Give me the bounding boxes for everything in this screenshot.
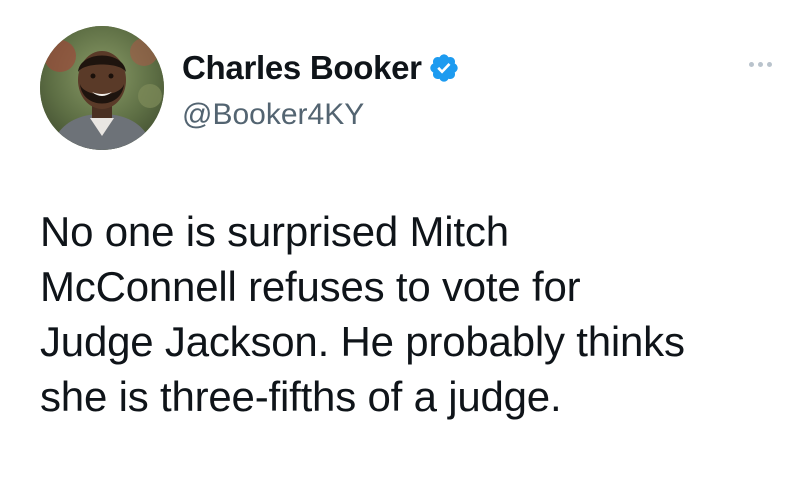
more-dot xyxy=(766,61,772,67)
tweet-text-line: McConnell refuses to vote for xyxy=(40,263,581,310)
name-row: Charles Booker xyxy=(182,46,460,90)
more-dot xyxy=(748,61,754,67)
tweet-text-line: she is three-fifths of a judge. xyxy=(40,373,562,420)
avatar[interactable] xyxy=(40,26,164,150)
more-options-icon[interactable] xyxy=(740,54,780,74)
display-name[interactable]: Charles Booker xyxy=(182,49,422,87)
more-dot xyxy=(757,61,763,67)
tweet-text-line: No one is surprised Mitch xyxy=(40,208,509,255)
verified-badge-icon xyxy=(428,52,460,84)
tweet-text: No one is surprised Mitch McConnell refu… xyxy=(40,204,790,424)
tweet-text-line: Judge Jackson. He probably thinks xyxy=(40,318,685,365)
tweet-card: Charles Booker @Booker4KY No one is surp… xyxy=(0,0,804,499)
user-handle[interactable]: @Booker4KY xyxy=(182,98,460,132)
tweet-header: Charles Booker @Booker4KY xyxy=(40,26,780,152)
author-info: Charles Booker @Booker4KY xyxy=(182,46,460,132)
